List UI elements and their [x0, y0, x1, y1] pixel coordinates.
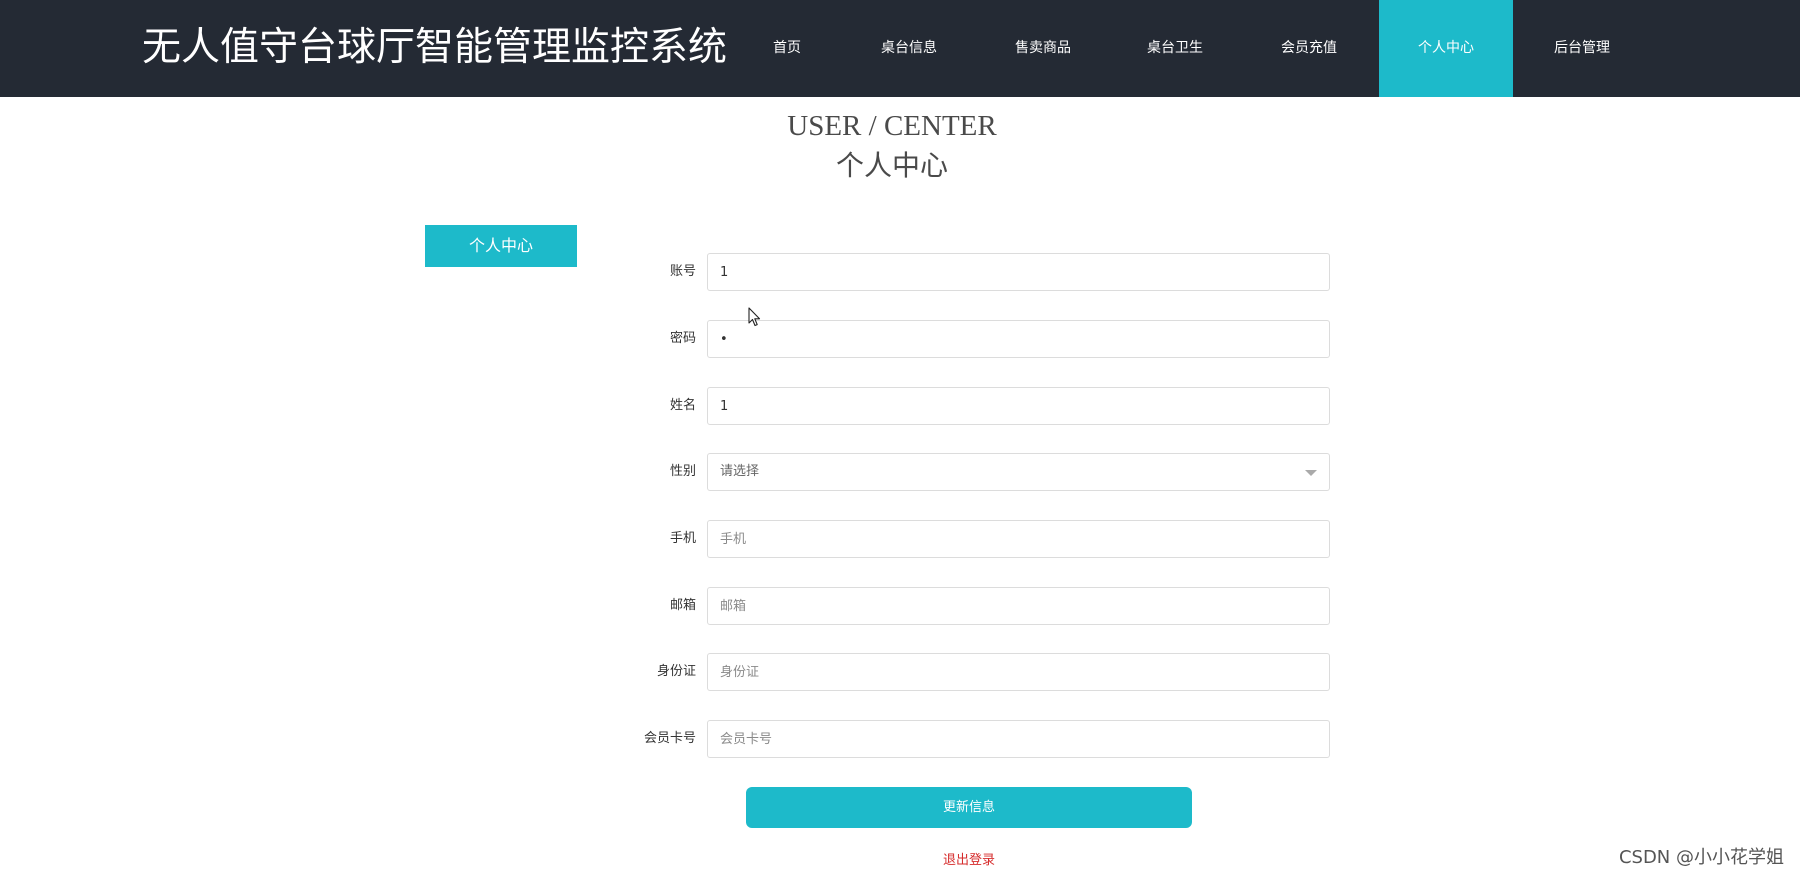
nav-item-admin[interactable]: 后台管理 [1515, 0, 1649, 97]
gender-label: 性别 [669, 464, 696, 479]
update-info-button[interactable]: 更新信息 [746, 787, 1192, 828]
chevron-down-icon [1305, 470, 1317, 476]
id-card-label: 身份证 [656, 664, 696, 679]
mouse-pointer-icon [748, 307, 761, 327]
sidebar-tab-user-center[interactable]: 个人中心 [425, 225, 577, 267]
top-navigation-bar: 无人值守台球厅智能管理监控系统 首页 桌台信息 售卖商品 桌台卫生 会员充值 个… [0, 0, 1800, 97]
nav-item-tables[interactable]: 桌台信息 [842, 0, 976, 97]
form-row-id-card: 身份证 [600, 653, 1332, 691]
page-heading-cn: 个人中心 [835, 149, 948, 182]
name-label: 姓名 [669, 398, 696, 413]
password-field[interactable] [707, 320, 1330, 358]
account-field[interactable] [707, 253, 1330, 291]
logout-link[interactable]: 退出登录 [746, 849, 1192, 868]
email-label: 邮箱 [669, 598, 696, 613]
page-heading-en: USER / CENTER [787, 110, 997, 142]
nav-item-hygiene[interactable]: 桌台卫生 [1108, 0, 1242, 97]
member-card-field[interactable] [707, 720, 1330, 758]
id-card-field[interactable] [707, 653, 1330, 691]
account-label: 账号 [669, 264, 696, 279]
form-row-email: 邮箱 [600, 587, 1332, 625]
gender-select-value: 请选择 [720, 464, 760, 479]
member-card-label: 会员卡号 [643, 731, 696, 746]
nav-item-products[interactable]: 售卖商品 [976, 0, 1110, 97]
name-field[interactable] [707, 387, 1330, 425]
form-row-phone: 手机 [600, 520, 1332, 558]
email-field[interactable] [707, 587, 1330, 625]
form-row-name: 姓名 [600, 387, 1332, 425]
site-title: 无人值守台球厅智能管理监控系统 [142, 25, 728, 70]
gender-select[interactable]: 请选择 [707, 453, 1330, 491]
password-label: 密码 [669, 331, 696, 346]
form-row-member-card: 会员卡号 [600, 720, 1332, 758]
form-row-account: 账号 [600, 253, 1332, 291]
watermark-text: CSDN @小小花学姐 [1618, 847, 1784, 868]
nav-item-home[interactable]: 首页 [720, 0, 854, 97]
nav-item-user-center[interactable]: 个人中心 [1379, 0, 1513, 97]
form-row-gender: 性别 请选择 [600, 453, 1332, 491]
phone-label: 手机 [669, 531, 696, 546]
phone-field[interactable] [707, 520, 1330, 558]
nav-item-recharge[interactable]: 会员充值 [1242, 0, 1376, 97]
form-row-password: 密码 [600, 320, 1332, 358]
